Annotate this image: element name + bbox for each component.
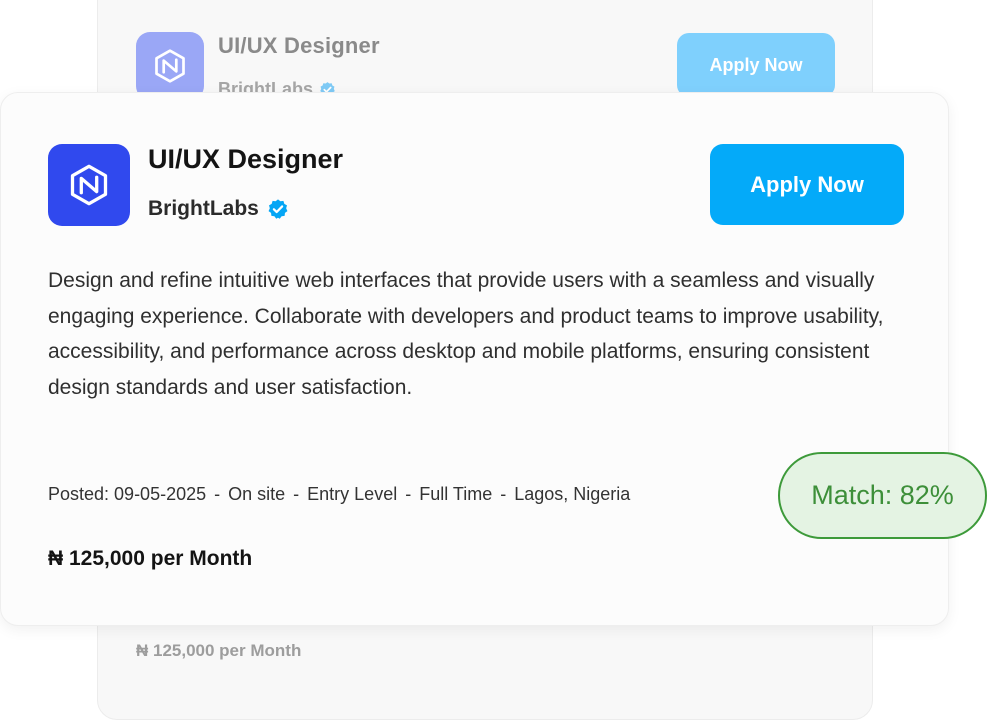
meta-separator: - bbox=[405, 484, 412, 504]
posted-date: Posted: 09-05-2025 bbox=[48, 484, 207, 504]
job-title: UI/UX Designer bbox=[148, 144, 344, 174]
verified-badge-icon bbox=[267, 198, 289, 220]
salary: ₦ 125,000 per Month bbox=[136, 641, 302, 660]
location: Lagos, Nigeria bbox=[514, 484, 631, 504]
match-score-badge: Match: 82% bbox=[778, 452, 987, 539]
meta-separator: - bbox=[500, 484, 507, 504]
apply-now-button[interactable]: Apply Now bbox=[677, 33, 835, 97]
work-mode: On site bbox=[228, 484, 286, 504]
brightlabs-logo-icon bbox=[70, 164, 108, 206]
brightlabs-logo-icon bbox=[155, 49, 185, 83]
employment-type: Full Time bbox=[419, 484, 493, 504]
meta-separator: - bbox=[293, 484, 300, 504]
job-card: UI/UX Designer BrightLabs Apply Now Desi… bbox=[0, 92, 949, 626]
company-logo bbox=[48, 144, 130, 226]
experience-level: Entry Level bbox=[307, 484, 398, 504]
company-logo bbox=[136, 32, 204, 100]
apply-now-button[interactable]: Apply Now bbox=[710, 144, 904, 225]
job-title: UI/UX Designer bbox=[218, 33, 380, 58]
company: BrightLabs bbox=[148, 197, 289, 221]
job-description: Design and refine intuitive web interfac… bbox=[48, 269, 884, 399]
salary: ₦ 125,000 per Month bbox=[48, 547, 253, 570]
job-meta: Posted: 09-05-2025- On site - Entry Level - F… bbox=[48, 484, 630, 505]
meta-separator: - bbox=[214, 484, 221, 504]
company-name: BrightLabs bbox=[148, 197, 259, 220]
